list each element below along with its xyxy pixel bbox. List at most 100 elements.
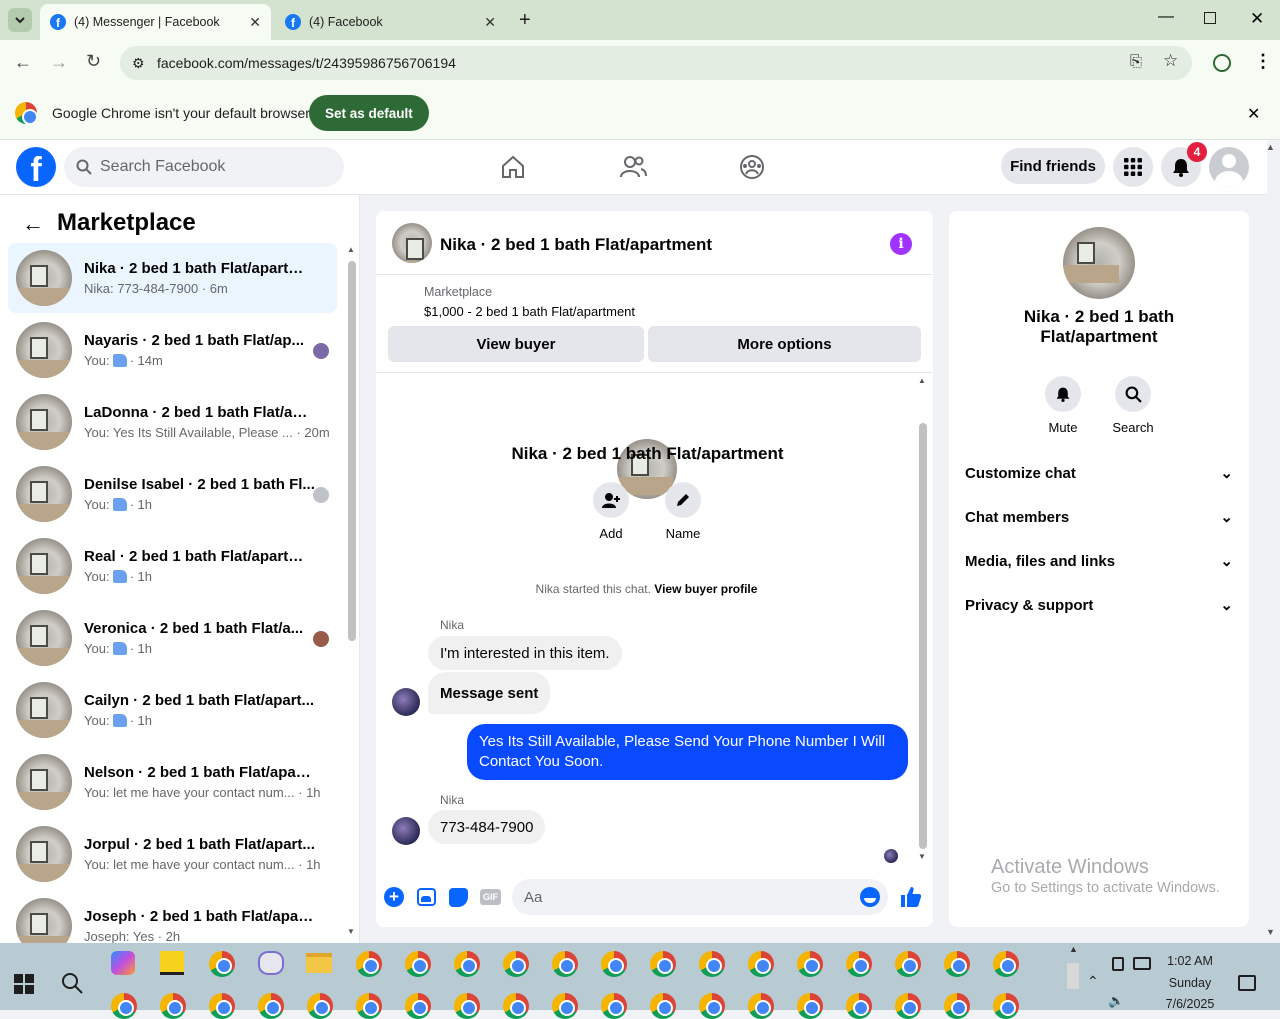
- chrome-window-icon[interactable]: [797, 951, 823, 977]
- media-files-links-row[interactable]: Media, files and links ⌄: [965, 541, 1233, 581]
- chrome-window-icon[interactable]: [356, 951, 382, 977]
- chrome-window-icon[interactable]: [405, 951, 431, 977]
- chrome-window-icon[interactable]: [650, 951, 676, 977]
- add-people-button[interactable]: Add: [592, 482, 630, 541]
- chrome-window-icon[interactable]: [699, 951, 725, 977]
- composer-plus-icon[interactable]: +: [384, 887, 404, 907]
- chrome-window-icon[interactable]: [552, 993, 578, 1019]
- chat-scrollbar[interactable]: [919, 423, 927, 849]
- chat-members-row[interactable]: Chat members ⌄: [965, 497, 1233, 537]
- site-info-icon[interactable]: ⚙: [132, 55, 145, 72]
- view-buyer-profile-link[interactable]: View buyer profile: [654, 582, 757, 596]
- chrome-window-icon[interactable]: [454, 951, 480, 977]
- friends-icon[interactable]: [619, 154, 647, 180]
- close-window-button[interactable]: ✕: [1250, 9, 1264, 29]
- chrome-window-icon[interactable]: [307, 993, 333, 1019]
- chrome-window-icon[interactable]: [209, 993, 235, 1019]
- volume-icon[interactable]: 🔈: [1108, 993, 1124, 1009]
- emoji-icon[interactable]: [860, 887, 880, 907]
- privacy-support-row[interactable]: Privacy & support ⌄: [965, 585, 1233, 625]
- message-input[interactable]: Aa: [512, 879, 888, 915]
- chrome-window-icon[interactable]: [944, 993, 970, 1019]
- chrome-window-icon[interactable]: [944, 951, 970, 977]
- sender-avatar[interactable]: [392, 688, 420, 716]
- conversation-item[interactable]: Joseph · 2 bed 1 bath Flat/apart... Josep…: [8, 891, 337, 943]
- chrome-window-icon[interactable]: [454, 993, 480, 1019]
- minimize-button[interactable]: —: [1158, 8, 1174, 26]
- scroll-up-arrow[interactable]: ▲: [347, 245, 355, 254]
- chrome-window-icon[interactable]: [552, 951, 578, 977]
- message-bubble-incoming[interactable]: 773-484-7900: [428, 810, 546, 844]
- file-explorer-icon[interactable]: [306, 953, 332, 973]
- chrome-window-icon[interactable]: [503, 951, 529, 977]
- chat-scroll-up[interactable]: ▲: [918, 376, 926, 385]
- conversation-item[interactable]: Nayaris · 2 bed 1 bath Flat/ap... You: · 1…: [8, 315, 337, 385]
- tab-messenger[interactable]: f (4) Messenger | Facebook ✕: [40, 4, 271, 40]
- chat-header-avatar[interactable]: [392, 223, 432, 263]
- chrome-window-icon[interactable]: [503, 993, 529, 1019]
- message-bubble-incoming[interactable]: Message sent: [428, 672, 551, 714]
- chrome-window-icon[interactable]: [405, 993, 431, 1019]
- mute-button[interactable]: Mute: [1038, 376, 1088, 435]
- restore-button[interactable]: [1204, 12, 1216, 24]
- conversation-item[interactable]: Real · 2 bed 1 bath Flat/apartment You: · …: [8, 531, 337, 601]
- groups-icon[interactable]: [739, 154, 765, 180]
- info-icon[interactable]: i: [890, 233, 912, 255]
- set-default-button[interactable]: Set as default: [309, 95, 429, 131]
- message-bubble-incoming[interactable]: I'm interested in this item.: [428, 636, 622, 670]
- address-bar[interactable]: ⚙ facebook.com/messages/t/24395986756706…: [120, 46, 1192, 80]
- customize-chat-row[interactable]: Customize chat ⌄: [965, 453, 1233, 493]
- sticker-icon[interactable]: [449, 888, 468, 907]
- chrome-window-icon[interactable]: [356, 993, 382, 1019]
- message-bubble-outgoing[interactable]: Yes Its Still Available, Please Send You…: [467, 724, 908, 780]
- chrome-window-icon[interactable]: [846, 951, 872, 977]
- install-app-icon[interactable]: ⎘: [1130, 53, 1142, 70]
- copilot-icon[interactable]: [111, 951, 135, 975]
- scroll-down-arrow[interactable]: ▼: [347, 927, 355, 936]
- chrome-window-icon[interactable]: [993, 951, 1019, 977]
- reload-icon[interactable]: ↻: [86, 51, 101, 72]
- gif-icon[interactable]: GIF: [480, 889, 501, 905]
- name-button[interactable]: Name: [660, 482, 706, 541]
- home-icon[interactable]: [500, 154, 526, 180]
- chrome-window-icon[interactable]: [748, 993, 774, 1019]
- view-buyer-button[interactable]: View buyer: [388, 326, 644, 362]
- listing-price[interactable]: $1,000 - 2 bed 1 bath Flat/apartment: [424, 304, 635, 319]
- chrome-window-icon[interactable]: [748, 951, 774, 977]
- chrome-window-icon[interactable]: [258, 993, 284, 1019]
- search-button[interactable]: Search: [1108, 376, 1158, 435]
- details-avatar[interactable]: [1063, 227, 1135, 299]
- menu-grid-button[interactable]: [1113, 147, 1153, 187]
- chrome-window-icon[interactable]: [111, 993, 137, 1019]
- chat-header-title[interactable]: Nika · 2 bed 1 bath Flat/apartment: [440, 235, 712, 255]
- chrome-window-icon[interactable]: [895, 951, 921, 977]
- conversation-item[interactable]: Cailyn · 2 bed 1 bath Flat/apart... You: ·…: [8, 675, 337, 745]
- sticky-notes-icon[interactable]: [160, 951, 184, 975]
- thumbs-up-icon[interactable]: [900, 886, 922, 908]
- paint-icon[interactable]: [258, 951, 284, 975]
- chat-scroll-down[interactable]: ▼: [918, 852, 926, 861]
- sender-avatar[interactable]: [392, 817, 420, 845]
- network-icon[interactable]: [1133, 957, 1151, 970]
- conversation-scrollbar[interactable]: [348, 261, 356, 641]
- taskbar-scroll-thumb[interactable]: [1067, 963, 1079, 989]
- chrome-window-icon[interactable]: [993, 993, 1019, 1019]
- show-hidden-icons-icon[interactable]: ⌃: [1087, 973, 1099, 990]
- close-tab-icon[interactable]: ✕: [484, 14, 496, 31]
- facebook-logo[interactable]: f: [16, 147, 56, 187]
- tab-search-button[interactable]: [8, 8, 32, 32]
- chrome-window-icon[interactable]: [601, 993, 627, 1019]
- find-friends-button[interactable]: Find friends: [1001, 148, 1105, 184]
- notification-center-icon[interactable]: [1238, 975, 1256, 991]
- conversation-item[interactable]: Nelson · 2 bed 1 bath Flat/apart... You: …: [8, 747, 337, 817]
- clock-date[interactable]: 7/6/2025: [1162, 997, 1218, 1011]
- conversation-item[interactable]: Nika · 2 bed 1 bath Flat/apartment Nika: …: [8, 243, 337, 313]
- forward-icon[interactable]: →: [50, 52, 68, 73]
- page-scroll-down-arrow[interactable]: ▼: [1266, 927, 1275, 937]
- tab-facebook[interactable]: f (4) Facebook ✕: [275, 4, 506, 40]
- menu-kebab-icon[interactable]: ⋮: [1254, 51, 1272, 72]
- conversation-item[interactable]: LaDonna · 2 bed 1 bath Flat/apa... You: Y…: [8, 387, 337, 457]
- chrome-icon[interactable]: [209, 951, 235, 977]
- windows-start-icon[interactable]: [14, 974, 34, 994]
- chrome-window-icon[interactable]: [846, 993, 872, 1019]
